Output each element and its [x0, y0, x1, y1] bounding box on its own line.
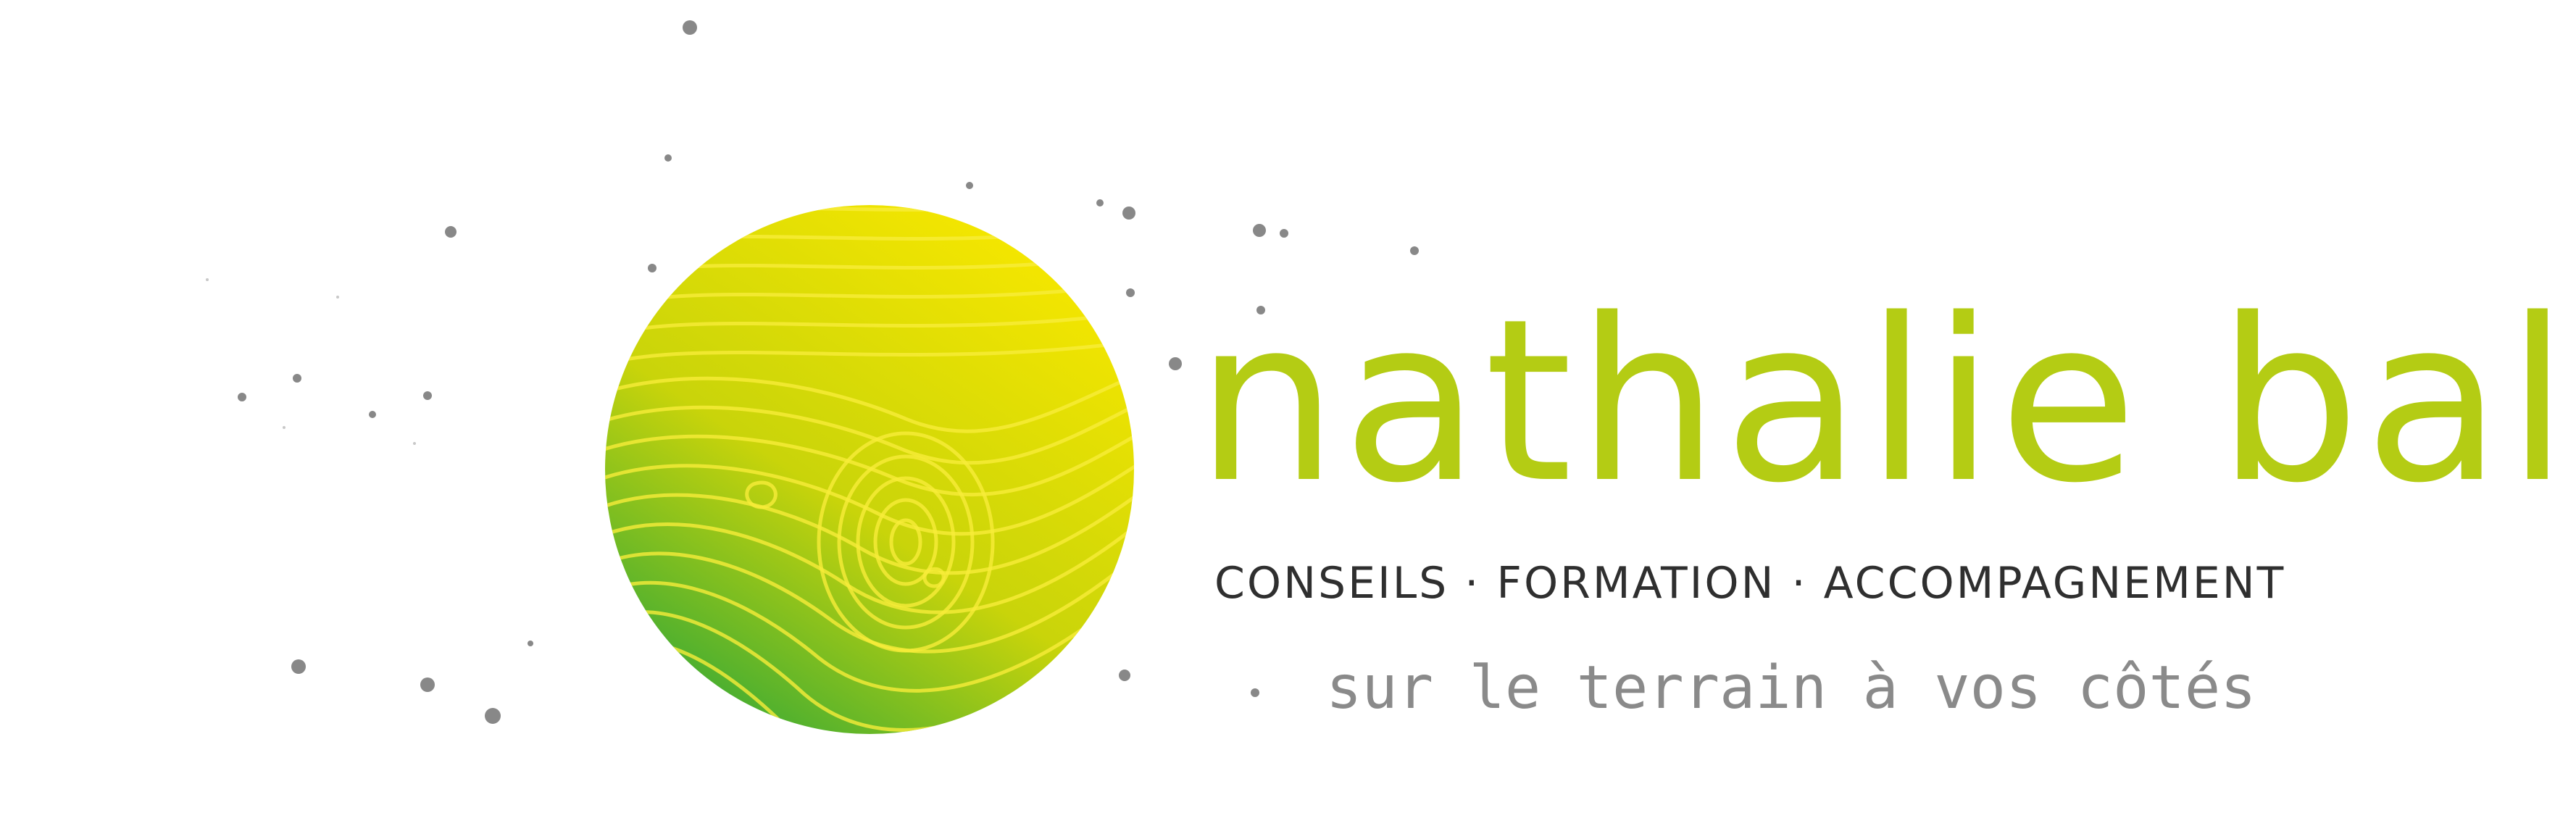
dot [683, 20, 697, 35]
dot [291, 659, 306, 674]
dot [413, 442, 416, 445]
tagline: sur le terrain à vos côtés [1326, 654, 2256, 722]
dot [293, 374, 301, 383]
dot [206, 278, 209, 281]
logo-canvas: nathalie ball CONSEILS · FORMATION · ACC… [0, 0, 2576, 834]
dot [1169, 357, 1182, 370]
services-line: CONSEILS · FORMATION · ACCOMPAGNEMENT [1214, 558, 2286, 609]
dot [1253, 224, 1266, 237]
dot [336, 296, 339, 299]
dot [528, 641, 533, 646]
dot [1251, 688, 1259, 697]
dot [1280, 229, 1288, 238]
dot [966, 182, 973, 189]
brand-name: nathalie ball [1196, 271, 2576, 533]
fingerprint-globe-icon [605, 205, 1134, 734]
dot [1410, 246, 1419, 255]
dot [445, 226, 457, 238]
dot [485, 708, 501, 724]
dot [283, 426, 285, 429]
dot [423, 391, 432, 400]
dot [238, 393, 246, 401]
dot [420, 677, 435, 692]
dot [664, 154, 672, 162]
dot [369, 411, 376, 418]
